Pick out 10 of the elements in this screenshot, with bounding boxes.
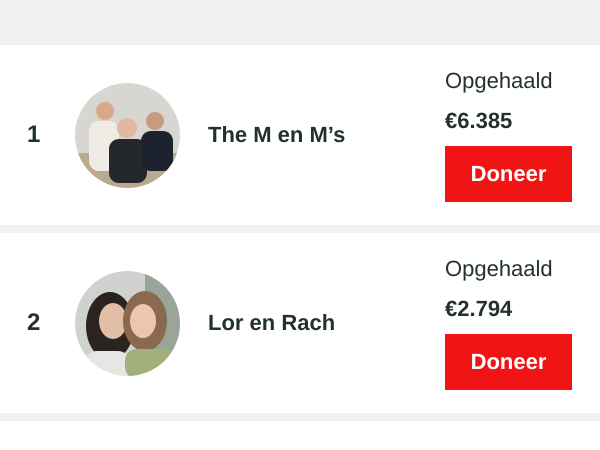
team-name: The M en M’s: [208, 122, 346, 148]
raised-amount: €2.794: [445, 296, 512, 322]
donate-button[interactable]: Doneer: [445, 146, 572, 202]
raised-amount: €6.385: [445, 108, 512, 134]
team-name: Lor en Rach: [208, 310, 336, 336]
rank-number: 1: [27, 121, 42, 149]
rank-number: 2: [27, 309, 42, 337]
raised-label: Opgehaald: [445, 256, 553, 282]
raised-label: Opgehaald: [445, 68, 553, 94]
donate-button[interactable]: Doneer: [445, 334, 572, 390]
